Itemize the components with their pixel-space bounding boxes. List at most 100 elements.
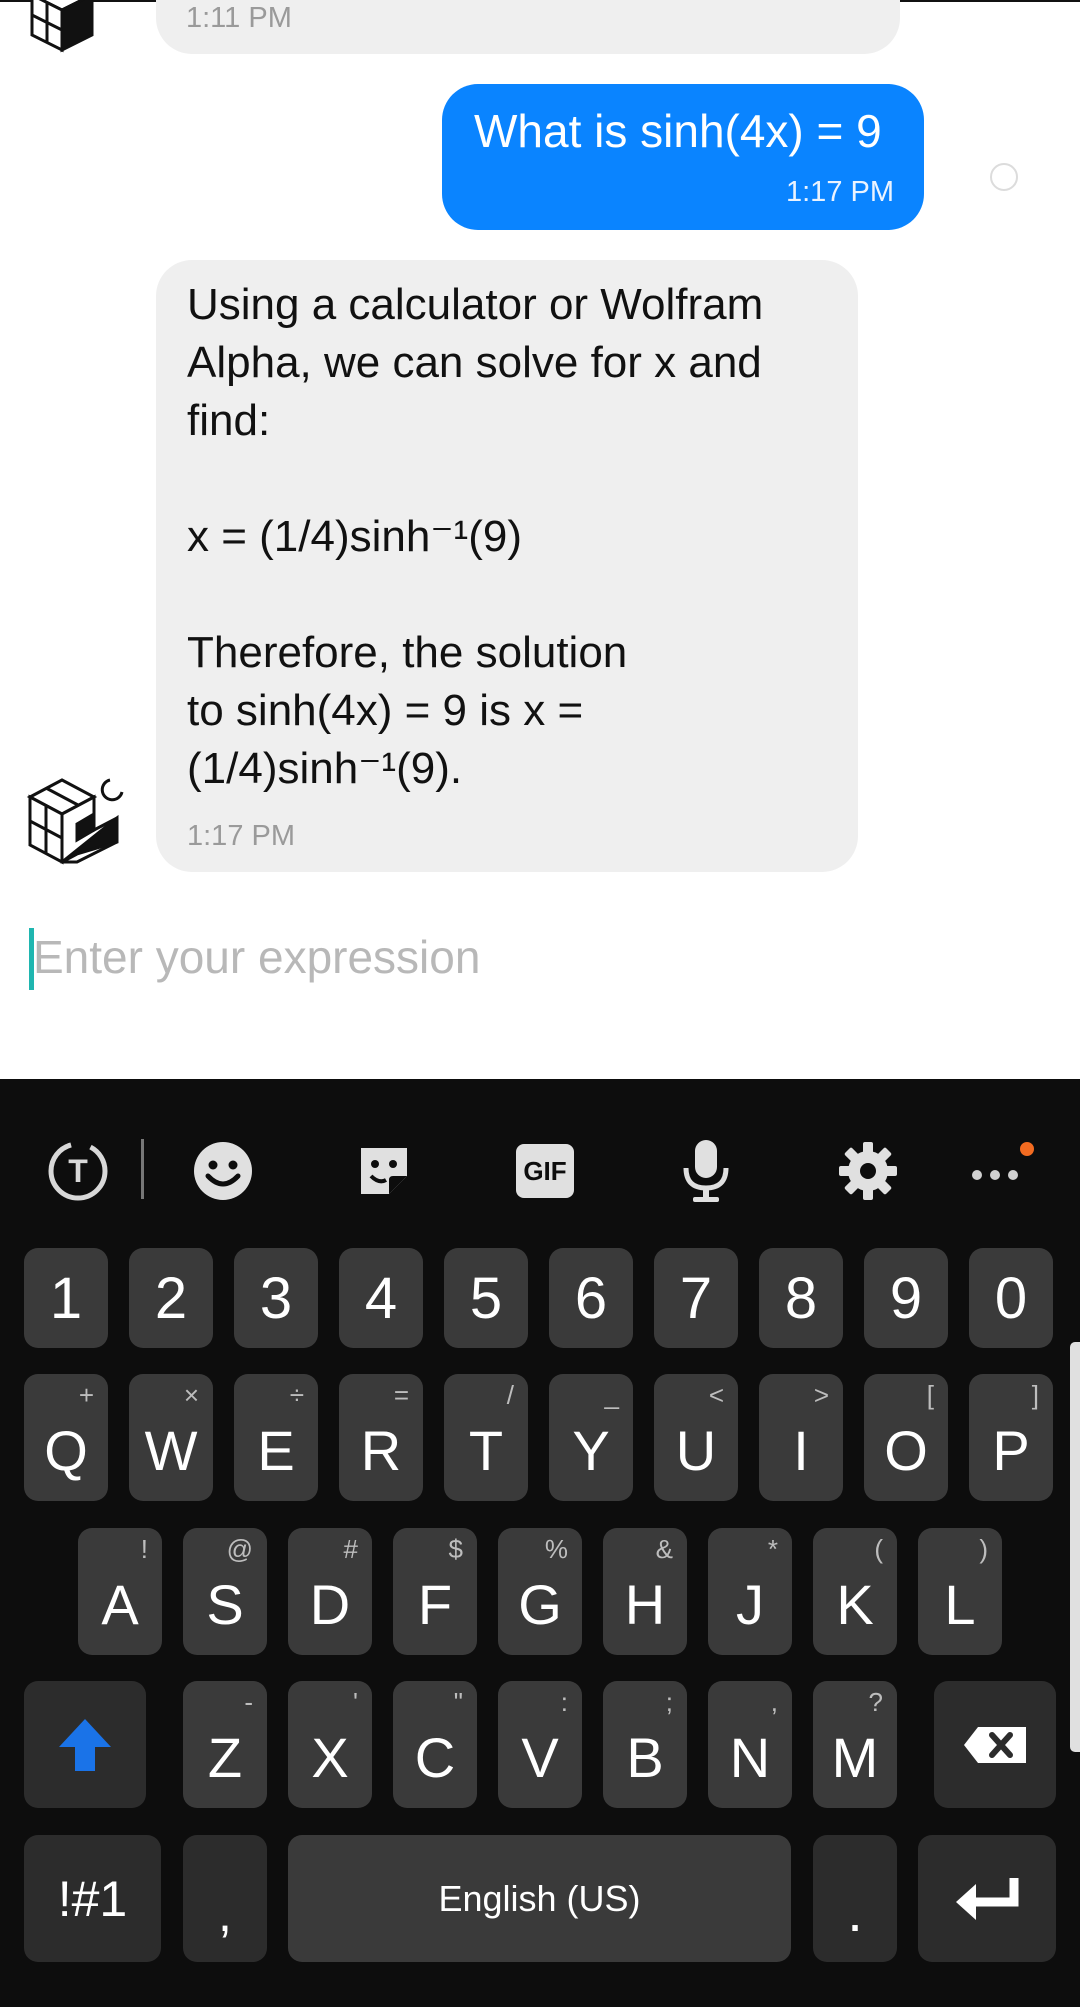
key-s-label: S xyxy=(206,1573,244,1636)
bot-timestamp: 1:17 PM xyxy=(187,820,295,852)
shift-arrow-icon xyxy=(59,1718,111,1771)
key-i[interactable]: I > xyxy=(759,1374,843,1501)
key-b[interactable]: B; xyxy=(603,1681,687,1808)
key-f-hint: $ xyxy=(448,1534,463,1564)
key-k-hint: ( xyxy=(874,1534,883,1564)
comma-key[interactable]: , xyxy=(183,1835,267,1962)
key-i-hint: > xyxy=(813,1380,829,1410)
bot-avatar-icon xyxy=(22,762,132,872)
key-1[interactable]: 1 xyxy=(24,1248,108,1348)
key-r-label: R xyxy=(360,1419,402,1482)
key-p[interactable]: P] xyxy=(969,1374,1053,1501)
key-v[interactable]: V: xyxy=(498,1681,582,1808)
key-u-label: U xyxy=(675,1419,717,1482)
key-r[interactable]: R = xyxy=(339,1374,423,1501)
key-f-label: F xyxy=(417,1573,453,1636)
more-icon[interactable] xyxy=(957,1131,1037,1211)
key-z-hint: - xyxy=(244,1687,253,1717)
key-k-label: K xyxy=(836,1573,874,1636)
microphone-icon[interactable] xyxy=(666,1131,746,1211)
key-e-label: E xyxy=(257,1419,295,1482)
key-d-label: D xyxy=(309,1573,351,1636)
key-4[interactable]: 4 xyxy=(339,1248,423,1348)
period-key[interactable]: . xyxy=(813,1835,897,1962)
key-l[interactable]: L) xyxy=(918,1528,1002,1655)
bot-message-bubble: Using a calculator or Wolfram Alpha, we … xyxy=(156,260,858,872)
expression-input[interactable]: Enter your expression xyxy=(0,918,1080,1008)
symbols-key[interactable]: !#1 xyxy=(24,1835,161,1962)
key-7[interactable]: 7 xyxy=(654,1248,738,1348)
key-w[interactable]: W × xyxy=(129,1374,213,1501)
bot-message-text: Using a calculator or Wolfram Alpha, we … xyxy=(187,280,764,793)
enter-icon xyxy=(956,1877,1019,1920)
key-p-hint: ] xyxy=(1031,1380,1039,1410)
user-message-text: What is sinh(4x) = 9 xyxy=(474,105,882,157)
key-c-hint: " xyxy=(453,1687,463,1717)
gif-label: GIF xyxy=(523,1155,567,1186)
key-n-hint: , xyxy=(770,1687,778,1717)
key-x[interactable]: X ' xyxy=(288,1681,372,1808)
key-l-hint: ) xyxy=(979,1534,988,1564)
seen-indicator-icon xyxy=(990,163,1018,191)
key-s[interactable]: S @ xyxy=(183,1528,267,1655)
space-key[interactable]: English (US) xyxy=(288,1835,791,1962)
key-b-label: B xyxy=(626,1726,664,1789)
key-6-label: 6 xyxy=(574,1265,608,1331)
keyboard: T GIF 1 2 3 4 5 6 7 8 9 0 Q + W × E ÷ R … xyxy=(0,1079,1080,2007)
key-a[interactable]: A! xyxy=(78,1528,162,1655)
text-mode-icon[interactable]: T xyxy=(38,1131,118,1211)
key-j[interactable]: J * xyxy=(708,1528,792,1655)
key-m[interactable]: M? xyxy=(813,1681,897,1808)
key-3-label: 3 xyxy=(259,1265,293,1331)
backspace-icon xyxy=(964,1726,1026,1763)
key-d-hint: # xyxy=(343,1534,358,1564)
key-9[interactable]: 9 xyxy=(864,1248,948,1348)
backspace-key[interactable] xyxy=(934,1681,1056,1808)
user-message-bubble: What is sinh(4x) = 9 1:17 PM xyxy=(442,84,924,230)
toolbar-divider xyxy=(141,1139,144,1199)
key-z-label: Z xyxy=(207,1726,243,1789)
key-g[interactable]: G% xyxy=(498,1528,582,1655)
key-8[interactable]: 8 xyxy=(759,1248,843,1348)
key-t[interactable]: T / xyxy=(444,1374,528,1501)
key-6[interactable]: 6 xyxy=(549,1248,633,1348)
key-o[interactable]: O[ xyxy=(864,1374,948,1501)
key-u[interactable]: U < xyxy=(654,1374,738,1501)
key-0[interactable]: 0 xyxy=(969,1248,1053,1348)
gif-icon[interactable]: GIF xyxy=(505,1131,585,1211)
key-n[interactable]: N, xyxy=(708,1681,792,1808)
key-k[interactable]: K( xyxy=(813,1528,897,1655)
key-i-label: I xyxy=(793,1419,809,1482)
key-x-hint: ' xyxy=(353,1687,358,1717)
key-3[interactable]: 3 xyxy=(234,1248,318,1348)
comma-key-label: , xyxy=(218,1885,232,1942)
key-o-hint: [ xyxy=(926,1380,934,1410)
emoji-icon[interactable] xyxy=(183,1131,263,1211)
enter-key[interactable] xyxy=(918,1835,1056,1962)
key-f[interactable]: F $ xyxy=(393,1528,477,1655)
key-p-label: P xyxy=(992,1419,1030,1482)
key-y-label: Y xyxy=(572,1419,610,1482)
key-h[interactable]: H & xyxy=(603,1528,687,1655)
key-c[interactable]: C " xyxy=(393,1681,477,1808)
key-w-label: W xyxy=(144,1419,198,1482)
key-z[interactable]: Z- xyxy=(183,1681,267,1808)
sticker-icon[interactable] xyxy=(344,1131,424,1211)
key-5[interactable]: 5 xyxy=(444,1248,528,1348)
key-n-label: N xyxy=(729,1726,771,1789)
key-a-hint: ! xyxy=(140,1534,148,1564)
key-b-hint: ; xyxy=(665,1687,673,1717)
key-y[interactable]: Y _ xyxy=(549,1374,633,1501)
gear-icon[interactable] xyxy=(828,1131,908,1211)
key-q-label: Q xyxy=(44,1419,88,1482)
scrollbar[interactable] xyxy=(1070,1342,1080,1752)
key-t-hint: / xyxy=(506,1380,514,1410)
key-e[interactable]: E ÷ xyxy=(234,1374,318,1501)
key-m-hint: ? xyxy=(868,1687,883,1717)
shift-key[interactable] xyxy=(24,1681,146,1808)
key-d[interactable]: D # xyxy=(288,1528,372,1655)
key-2[interactable]: 2 xyxy=(129,1248,213,1348)
app-screen: { "chat": { "prev_timestamp": "1:11 PM",… xyxy=(0,0,1080,2007)
key-q[interactable]: Q + xyxy=(24,1374,108,1501)
key-r-hint: = xyxy=(393,1380,409,1410)
